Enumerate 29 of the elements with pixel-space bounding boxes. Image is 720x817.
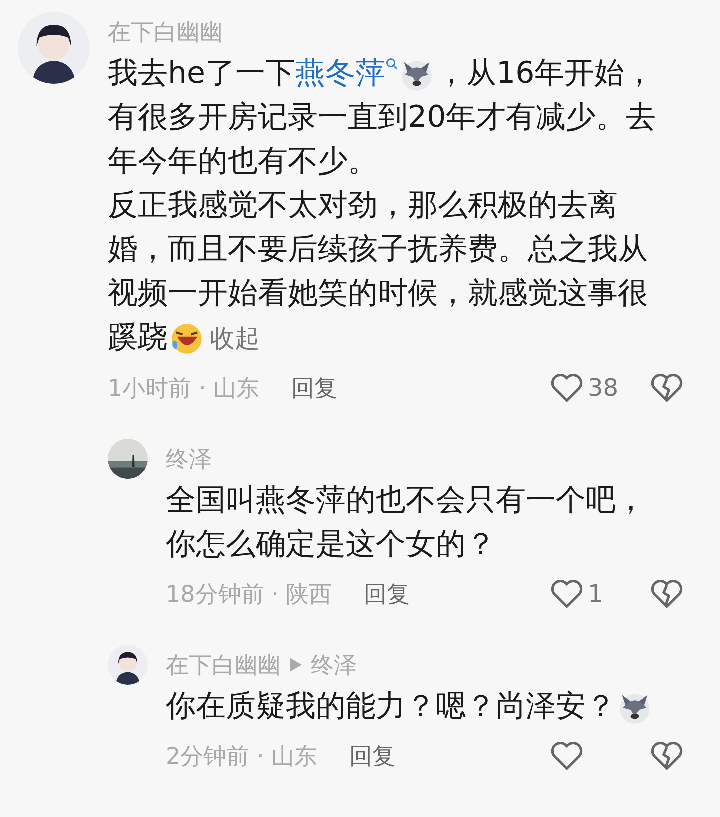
heart-icon[interactable] [550, 371, 584, 405]
reply-link[interactable]: 回复 [292, 372, 338, 404]
laughing-emoji-icon [170, 322, 204, 356]
reply-link[interactable]: 回复 [350, 740, 396, 772]
broken-heart-icon[interactable] [650, 577, 684, 611]
comment-text: 反正我感觉不太对劲，那么积极的去离婚，而且不要后续孩子抚养费。总之我从视频一开始看她笑的时候，就感觉这事很蹊跷 收起 [108, 187, 649, 358]
broken-heart-icon[interactable] [650, 371, 684, 405]
username[interactable]: 终泽 [311, 650, 357, 680]
username[interactable]: 在下白幽幽 [166, 650, 281, 680]
comment-text: 你在质疑我的能力？嗯？尚泽安？ [166, 685, 684, 729]
avatar[interactable] [108, 439, 148, 479]
avatar[interactable] [108, 645, 148, 685]
search-icon [386, 58, 398, 72]
username[interactable]: 在下白幽幽 [108, 16, 223, 48]
timestamp: 2分钟前 · 山东 [166, 742, 318, 772]
search-link[interactable]: 燕冬萍 [295, 56, 398, 91]
username[interactable]: 终泽 [166, 444, 212, 474]
like-count: 38 [588, 374, 619, 402]
triangle-icon [289, 657, 303, 673]
heart-icon[interactable] [550, 577, 584, 611]
broken-heart-icon[interactable] [650, 739, 684, 773]
heart-icon[interactable] [550, 739, 584, 773]
reply-link[interactable]: 回复 [364, 578, 410, 610]
comment-text: 全国叫燕冬萍的也不会只有一个吧，你怎么确定是这个女的？ [166, 482, 647, 564]
collapse-link[interactable]: 收起 [210, 324, 260, 353]
comment-text: 我去he了一下燕冬萍 ，从16年开始，有很多开房记录一直到20年才有减少。去年今年的也有不少。 [108, 55, 658, 181]
timestamp: 18分钟前 · 陕西 [166, 580, 332, 610]
timestamp: 1小时前 · 山东 [108, 374, 260, 404]
like-count: 1 [588, 580, 604, 608]
